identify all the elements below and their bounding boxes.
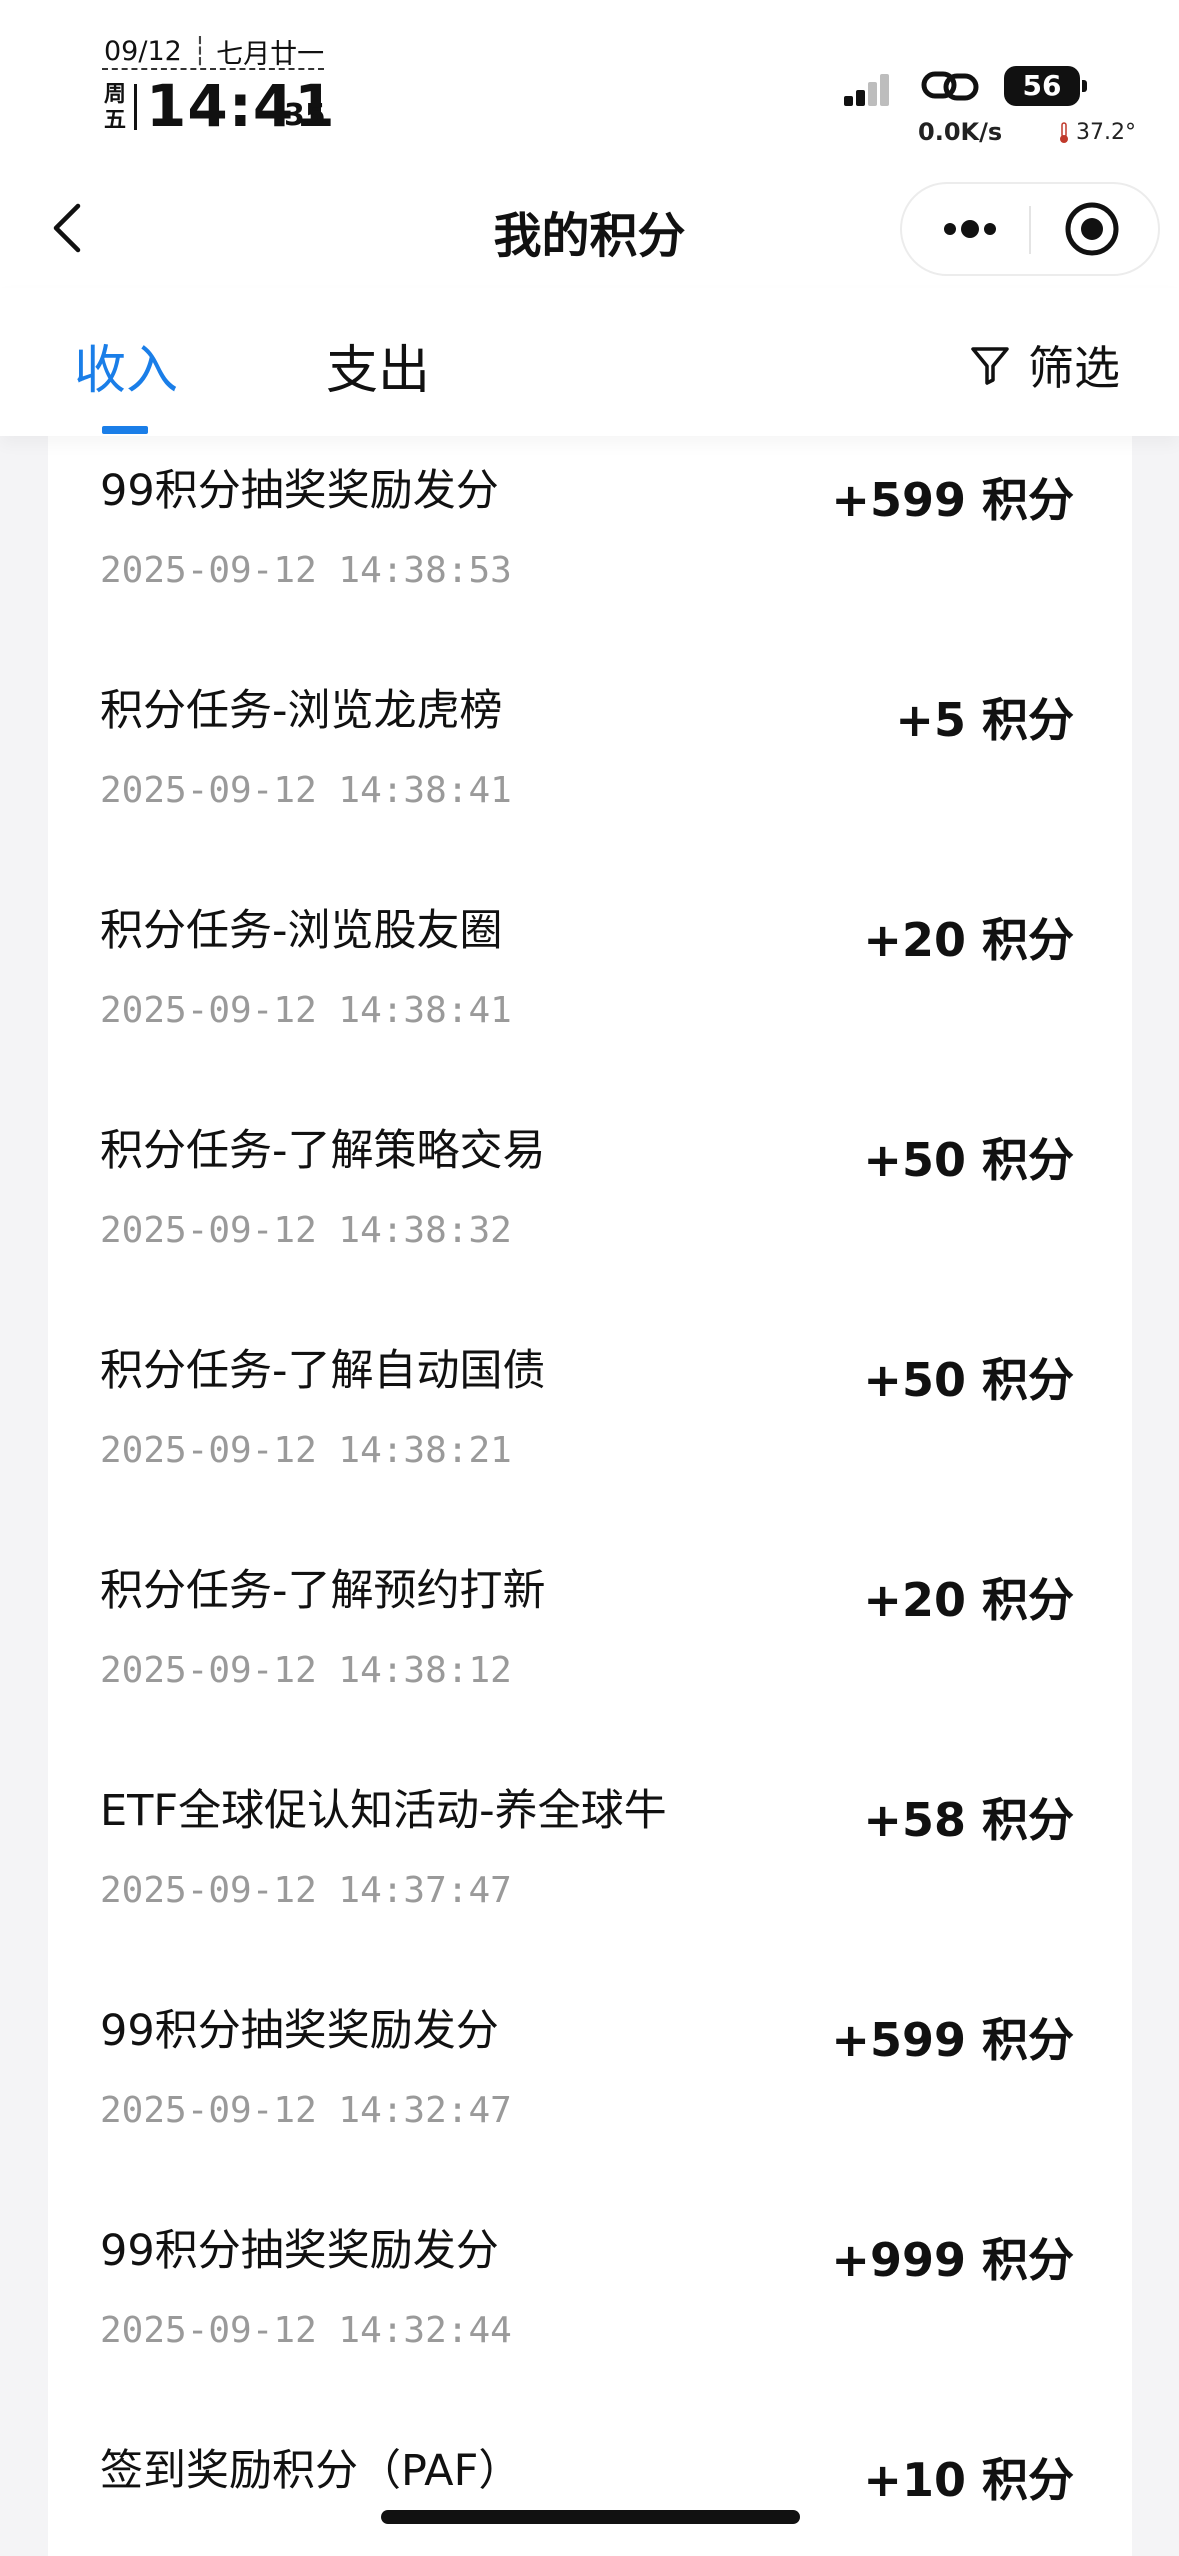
- status-bar: 09/12 ┆ 七月廿一 周五 14:41 35 56 0.0K/s 37.2°: [0, 0, 1179, 170]
- record-points: +599 积分: [831, 2013, 1074, 2067]
- list-item[interactable]: 积分任务-了解自动国债 2025-09-12 14:38:21 +50 积分: [48, 1292, 1132, 1512]
- record-title: 积分任务-了解策略交易: [100, 1126, 546, 1176]
- record-title: 积分任务-了解预约打新: [100, 1566, 546, 1616]
- status-seconds: 35: [284, 98, 326, 133]
- list-item[interactable]: 签到奖励积分（PAF） +10 积分: [48, 2392, 1132, 2556]
- network-speed: 0.0K/s: [918, 118, 1003, 146]
- list-item[interactable]: 99积分抽奖奖励发分 2025-09-12 14:38:53 +599 积分: [48, 412, 1132, 632]
- record-points: +5 积分: [895, 693, 1074, 747]
- temperature: 37.2°: [1058, 120, 1136, 145]
- list-item[interactable]: 积分任务-浏览龙虎榜 2025-09-12 14:38:41 +5 积分: [48, 632, 1132, 852]
- record-title: 签到奖励积分（PAF）: [100, 2446, 522, 2496]
- record-points: +50 积分: [863, 1353, 1074, 1407]
- tab-active-indicator: [102, 426, 148, 434]
- record-time: 2025-09-12 14:37:47: [100, 1870, 512, 1911]
- list-item[interactable]: ETF全球促认知活动-养全球牛 2025-09-12 14:37:47 +58 …: [48, 1732, 1132, 1952]
- list-item[interactable]: 积分任务-了解预约打新 2025-09-12 14:38:12 +20 积分: [48, 1512, 1132, 1732]
- record-title: ETF全球促认知活动-养全球牛: [100, 1786, 667, 1836]
- record-points: +10 积分: [863, 2453, 1074, 2507]
- status-weekday-bar: [134, 84, 137, 130]
- record-title: 积分任务-了解自动国债: [100, 1346, 546, 1396]
- record-title: 99积分抽奖奖励发分: [100, 466, 499, 516]
- record-points: +50 积分: [863, 1133, 1074, 1187]
- filter-button[interactable]: 筛选: [968, 332, 1120, 398]
- tab-income[interactable]: 收入: [74, 328, 178, 403]
- record-time: 2025-09-12 14:38:32: [100, 1210, 512, 1251]
- list-item[interactable]: 积分任务-了解策略交易 2025-09-12 14:38:32 +50 积分: [48, 1072, 1132, 1292]
- mini-program-capsule: [900, 182, 1160, 276]
- list-item[interactable]: 积分任务-浏览股友圈 2025-09-12 14:38:41 +20 积分: [48, 852, 1132, 1072]
- record-time: 2025-09-12 14:38:41: [100, 990, 512, 1031]
- tab-bar: 收入 支出 筛选: [0, 288, 1179, 436]
- status-date-separator: ┆: [191, 36, 208, 67]
- signal-icon: [844, 74, 889, 106]
- record-time: 2025-09-12 14:38:21: [100, 1430, 512, 1471]
- status-date-lunar: 七月廿一: [216, 39, 325, 70]
- record-time: 2025-09-12 14:38:53: [100, 550, 512, 591]
- home-indicator[interactable]: [381, 2510, 800, 2524]
- record-points: +599 积分: [831, 473, 1074, 527]
- nav-bar: 我的积分: [0, 170, 1179, 288]
- more-dots-icon[interactable]: [920, 184, 1020, 274]
- temperature-value: 37.2°: [1076, 120, 1136, 145]
- hotspot-link-icon: [921, 71, 979, 101]
- status-date-solar: 09/12: [104, 36, 182, 67]
- battery-indicator: 56: [1004, 66, 1080, 106]
- record-time: 2025-09-12 14:38:41: [100, 770, 512, 811]
- filter-label: 筛选: [1028, 341, 1120, 395]
- record-points: +20 积分: [863, 913, 1074, 967]
- list-item[interactable]: 99积分抽奖奖励发分 2025-09-12 14:32:47 +599 积分: [48, 1952, 1132, 2172]
- status-date-underline: [102, 68, 324, 70]
- tab-expense[interactable]: 支出: [326, 328, 430, 403]
- status-date: 09/12 ┆ 七月廿一: [104, 32, 324, 71]
- record-title: 99积分抽奖奖励发分: [100, 2226, 499, 2276]
- points-record-list: 99积分抽奖奖励发分 2025-09-12 14:38:53 +599 积分 积…: [48, 436, 1132, 2556]
- record-time: 2025-09-12 14:38:12: [100, 1650, 512, 1691]
- capsule-divider: [1029, 206, 1031, 254]
- record-title: 积分任务-浏览股友圈: [100, 906, 503, 956]
- record-time: 2025-09-12 14:32:44: [100, 2310, 512, 2351]
- close-target-icon[interactable]: [1042, 184, 1150, 274]
- battery-nub: [1082, 80, 1087, 92]
- record-time: 2025-09-12 14:32:47: [100, 2090, 512, 2131]
- record-title: 积分任务-浏览龙虎榜: [100, 686, 503, 736]
- record-title: 99积分抽奖奖励发分: [100, 2006, 499, 2056]
- status-weekday: 周五: [104, 82, 127, 133]
- record-points: +20 积分: [863, 1573, 1074, 1627]
- thermometer-icon: [1060, 121, 1068, 143]
- funnel-icon: [971, 347, 1009, 385]
- list-item[interactable]: 99积分抽奖奖励发分 2025-09-12 14:32:44 +999 积分: [48, 2172, 1132, 2392]
- record-points: +999 积分: [831, 2233, 1074, 2287]
- record-points: +58 积分: [863, 1793, 1074, 1847]
